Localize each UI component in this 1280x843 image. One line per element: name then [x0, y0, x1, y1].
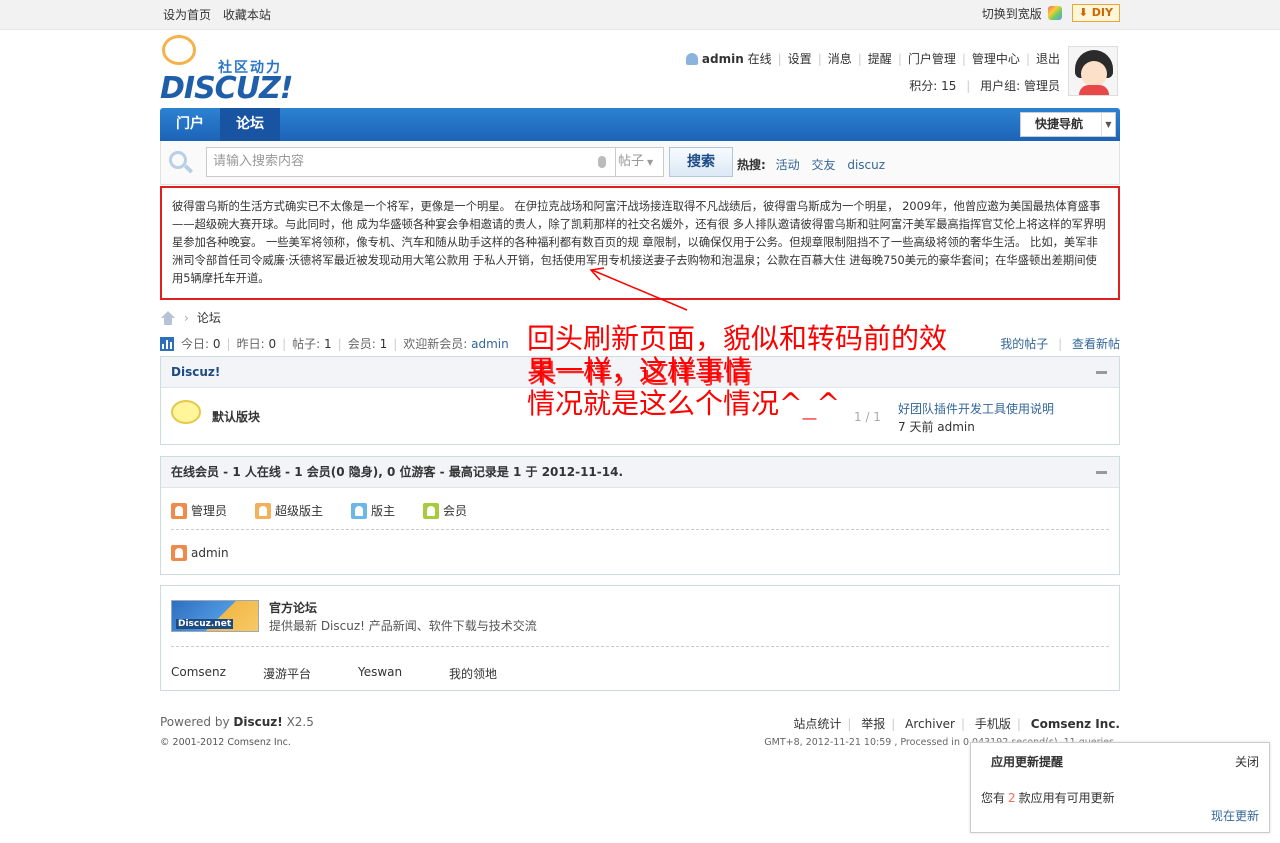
annotation-arrow [589, 267, 688, 311]
update-now-link[interactable]: 现在更新 [1211, 807, 1259, 824]
notice-body: 您有 2 款应用有可用更新 [981, 791, 1115, 805]
close-button[interactable]: 关闭 [1235, 753, 1259, 770]
notice-title: 应用更新提醒 [991, 755, 1064, 769]
update-notice-popup: 应用更新提醒 关闭 您有 2 款应用有可用更新 现在更新 [970, 742, 1270, 833]
